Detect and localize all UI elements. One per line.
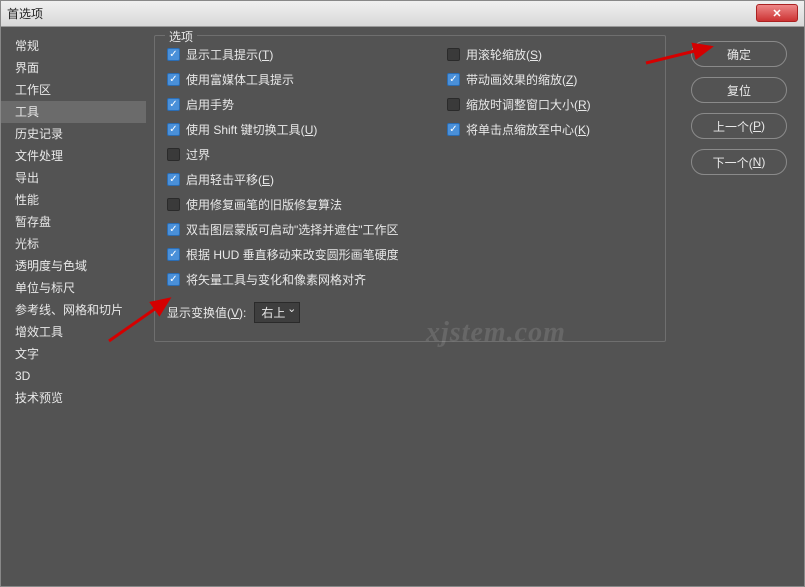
window-close-button[interactable]: ✕ <box>756 4 798 22</box>
sidebar-item[interactable]: 导出 <box>1 167 146 189</box>
sidebar-item[interactable]: 工作区 <box>1 79 146 101</box>
checkbox[interactable] <box>447 123 460 136</box>
checkbox[interactable] <box>167 148 180 161</box>
option-row: 带动画效果的缩放(Z) <box>447 71 591 88</box>
options-fieldset: 选项 显示工具提示(T)使用富媒体工具提示启用手势使用 Shift 键切换工具(… <box>154 35 666 342</box>
checkbox[interactable] <box>167 273 180 286</box>
window-body: 常规界面工作区工具历史记录文件处理导出性能暂存盘光标透明度与色域单位与标尺参考线… <box>1 27 804 586</box>
titlebar: 首选项 ✕ <box>1 1 804 27</box>
sidebar-item[interactable]: 单位与标尺 <box>1 277 146 299</box>
option-label: 将单击点缩放至中心(K) <box>466 121 590 138</box>
transform-value-row: 显示变换值(V): 右上 <box>167 302 653 323</box>
option-row: 使用富媒体工具提示 <box>167 71 437 88</box>
sidebar: 常规界面工作区工具历史记录文件处理导出性能暂存盘光标透明度与色域单位与标尺参考线… <box>1 27 146 586</box>
option-row: 将矢量工具与变化和像素网格对齐 <box>167 271 437 288</box>
option-label: 用滚轮缩放(S) <box>466 46 542 63</box>
reset-button[interactable]: 复位 <box>691 77 787 103</box>
sidebar-item[interactable]: 界面 <box>1 57 146 79</box>
sidebar-item[interactable]: 常规 <box>1 35 146 57</box>
sidebar-item[interactable]: 3D <box>1 365 146 387</box>
option-label: 使用富媒体工具提示 <box>186 71 294 88</box>
option-label: 显示工具提示(T) <box>186 46 273 63</box>
prev-button[interactable]: 上一个(P) <box>691 113 787 139</box>
sidebar-item[interactable]: 工具 <box>1 101 146 123</box>
sidebar-item[interactable]: 文件处理 <box>1 145 146 167</box>
option-row: 缩放时调整窗口大小(R) <box>447 96 591 113</box>
next-button[interactable]: 下一个(N) <box>691 149 787 175</box>
option-label: 根据 HUD 垂直移动来改变圆形画笔硬度 <box>186 246 399 263</box>
sidebar-item[interactable]: 历史记录 <box>1 123 146 145</box>
option-row: 过界 <box>167 146 437 163</box>
transform-value-select[interactable]: 右上 <box>254 302 300 323</box>
option-label: 带动画效果的缩放(Z) <box>466 71 577 88</box>
option-row: 根据 HUD 垂直移动来改变圆形画笔硬度 <box>167 246 437 263</box>
checkbox[interactable] <box>447 73 460 86</box>
option-label: 启用手势 <box>186 96 234 113</box>
option-row: 使用 Shift 键切换工具(U) <box>167 121 437 138</box>
checkbox[interactable] <box>167 223 180 236</box>
window-title: 首选项 <box>7 5 43 22</box>
sidebar-item[interactable]: 透明度与色域 <box>1 255 146 277</box>
sidebar-item[interactable]: 增效工具 <box>1 321 146 343</box>
options-legend: 选项 <box>165 28 197 45</box>
action-buttons-panel: 确定 复位 上一个(P) 下一个(N) <box>674 27 804 586</box>
sidebar-item[interactable]: 技术预览 <box>1 387 146 409</box>
option-label: 使用修复画笔的旧版修复算法 <box>186 196 342 213</box>
option-row: 启用轻击平移(E) <box>167 171 437 188</box>
checkbox[interactable] <box>167 198 180 211</box>
option-row: 双击图层蒙版可启动"选择并遮住"工作区 <box>167 221 437 238</box>
options-right-column: 用滚轮缩放(S) 带动画效果的缩放(Z) 缩放时调整窗口大小(R) 将单击点缩放至中心… <box>447 46 591 288</box>
preferences-window: 首选项 ✕ 常规界面工作区工具历史记录文件处理导出性能暂存盘光标透明度与色域单位… <box>0 0 805 587</box>
sidebar-item[interactable]: 参考线、网格和切片 <box>1 299 146 321</box>
option-row: 用滚轮缩放(S) <box>447 46 591 63</box>
option-row: 显示工具提示(T) <box>167 46 437 63</box>
sidebar-item[interactable]: 文字 <box>1 343 146 365</box>
checkbox[interactable] <box>447 48 460 61</box>
checkbox[interactable] <box>167 248 180 261</box>
checkbox[interactable] <box>167 48 180 61</box>
option-label: 双击图层蒙版可启动"选择并遮住"工作区 <box>186 221 399 238</box>
checkbox[interactable] <box>167 173 180 186</box>
options-left-column: 显示工具提示(T) 使用富媒体工具提示启用手势使用 Shift 键切换工具(U) 过… <box>167 46 437 288</box>
sidebar-item[interactable]: 性能 <box>1 189 146 211</box>
checkbox[interactable] <box>167 98 180 111</box>
ok-button[interactable]: 确定 <box>691 41 787 67</box>
checkbox[interactable] <box>447 98 460 111</box>
option-row: 将单击点缩放至中心(K) <box>447 121 591 138</box>
transform-label: 显示变换值(V): <box>167 304 246 321</box>
option-label: 过界 <box>186 146 210 163</box>
sidebar-item[interactable]: 光标 <box>1 233 146 255</box>
option-label: 将矢量工具与变化和像素网格对齐 <box>186 271 366 288</box>
option-row: 使用修复画笔的旧版修复算法 <box>167 196 437 213</box>
option-label: 启用轻击平移(E) <box>186 171 274 188</box>
option-label: 缩放时调整窗口大小(R) <box>466 96 591 113</box>
main-panel: 选项 显示工具提示(T) 使用富媒体工具提示启用手势使用 Shift 键切换工具(… <box>146 27 674 586</box>
option-row: 启用手势 <box>167 96 437 113</box>
checkbox[interactable] <box>167 73 180 86</box>
checkbox[interactable] <box>167 123 180 136</box>
sidebar-item[interactable]: 暂存盘 <box>1 211 146 233</box>
option-label: 使用 Shift 键切换工具(U) <box>186 121 317 138</box>
